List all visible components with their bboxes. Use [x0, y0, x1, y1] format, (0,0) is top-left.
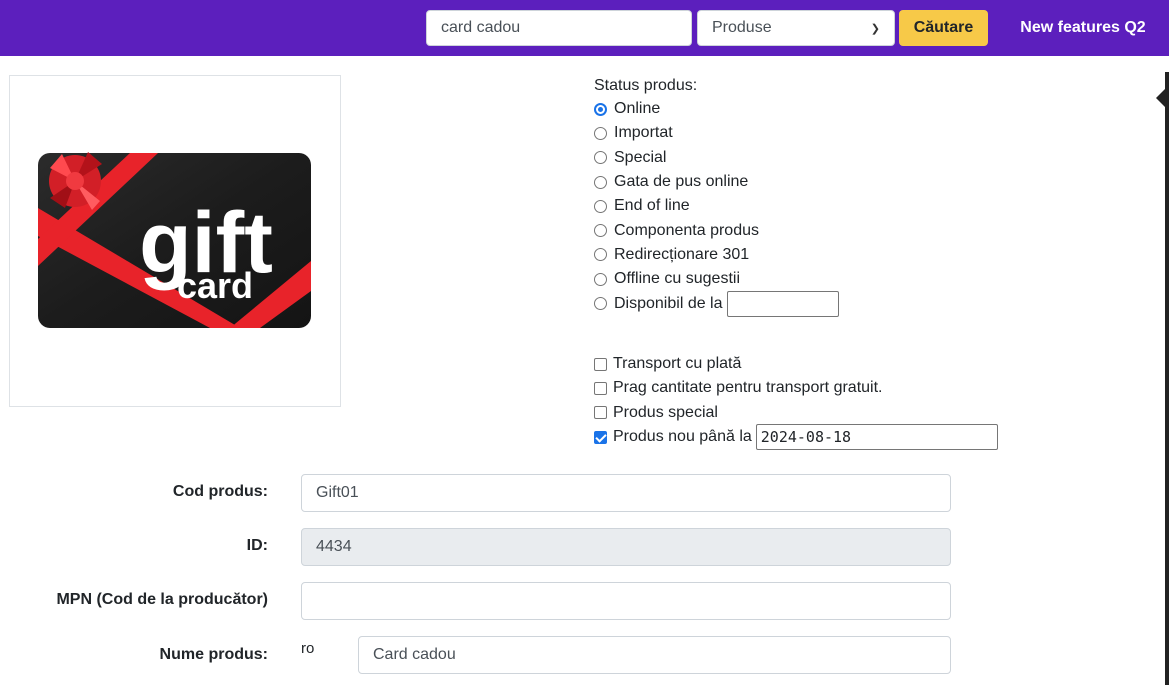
- id-input: 4434: [301, 528, 951, 566]
- flag-prag-cantitate[interactable]: Prag cantitate pentru transport gratuit.: [594, 376, 998, 400]
- search-input[interactable]: [426, 10, 692, 46]
- language-code: ro: [301, 640, 315, 657]
- category-select[interactable]: Produse ❯: [697, 10, 895, 46]
- radio-redirect[interactable]: [594, 248, 607, 262]
- nume-produs-label: Nume produs:: [159, 646, 268, 663]
- new-features-link[interactable]: New features Q2: [1008, 10, 1158, 46]
- radio-gata[interactable]: [594, 175, 607, 189]
- status-option-importat[interactable]: Importat: [594, 121, 839, 145]
- status-option-offline[interactable]: Offline cu sugestii: [594, 267, 839, 291]
- checkbox-produs-special[interactable]: [594, 406, 607, 420]
- radio-online[interactable]: [594, 102, 607, 116]
- status-group: Status produs: Online Importat Special G…: [594, 76, 839, 317]
- flag-label: Prag cantitate pentru transport gratuit.: [613, 379, 883, 397]
- mpn-input[interactable]: [301, 582, 951, 620]
- bow-icon: [49, 152, 102, 210]
- new-until-date-input[interactable]: [755, 424, 998, 451]
- gift-card-image: gift card: [38, 152, 311, 328]
- flag-label: Produs nou până la: [613, 428, 752, 446]
- status-option-label: Offline cu sugestii: [614, 270, 740, 288]
- radio-offline[interactable]: [594, 272, 607, 286]
- top-navbar: Produse ❯ Căutare New features Q2: [0, 0, 1169, 56]
- status-option-disponibil[interactable]: Disponibil de la: [594, 290, 839, 317]
- chevron-down-icon: ❯: [870, 22, 880, 35]
- status-option-special[interactable]: Special: [594, 146, 839, 170]
- status-option-online[interactable]: Online: [594, 97, 839, 121]
- checkbox-prag[interactable]: [594, 381, 607, 395]
- status-title: Status produs:: [594, 77, 698, 94]
- mpn-label: MPN (Cod de la producător): [56, 591, 268, 608]
- radio-special[interactable]: [594, 151, 607, 165]
- status-option-label: Redirecționare 301: [614, 245, 750, 263]
- cod-produs-input[interactable]: Gift01: [301, 474, 951, 512]
- flag-produs-special[interactable]: Produs special: [594, 401, 998, 425]
- card-text: card: [177, 265, 253, 306]
- radio-componenta[interactable]: [594, 224, 607, 238]
- status-option-label: Componenta produs: [614, 221, 759, 239]
- nume-produs-input[interactable]: Card cadou: [358, 636, 951, 674]
- side-panel-edge: [1165, 72, 1169, 685]
- status-option-label: End of line: [614, 197, 690, 215]
- radio-importat[interactable]: [594, 126, 607, 140]
- disponibil-date-input[interactable]: [726, 290, 839, 317]
- status-option-label: Importat: [614, 124, 673, 142]
- status-option-componenta[interactable]: Componenta produs: [594, 218, 839, 242]
- radio-end-of-line[interactable]: [594, 199, 607, 213]
- product-image-box[interactable]: gift card: [9, 75, 341, 407]
- search-button[interactable]: Căutare: [899, 10, 988, 46]
- category-select-value: Produse: [712, 19, 772, 36]
- status-option-label: Special: [614, 148, 667, 166]
- status-option-label: Disponibil de la: [614, 294, 723, 312]
- status-option-end-of-line[interactable]: End of line: [594, 194, 839, 218]
- status-option-label: Online: [614, 100, 661, 118]
- flag-produs-nou[interactable]: Produs nou până la: [594, 424, 998, 451]
- status-option-redirect[interactable]: Redirecționare 301: [594, 243, 839, 267]
- flag-transport-cu-plata[interactable]: Transport cu plată: [594, 352, 998, 376]
- flags-group: Transport cu plată Prag cantitate pentru…: [594, 352, 998, 451]
- cod-produs-label: Cod produs:: [172, 483, 268, 500]
- flag-label: Produs special: [613, 403, 718, 421]
- status-option-label: Gata de pus online: [614, 173, 749, 191]
- status-option-gata[interactable]: Gata de pus online: [594, 170, 839, 194]
- checkbox-transport[interactable]: [594, 357, 607, 371]
- radio-disponibil[interactable]: [594, 297, 607, 311]
- checkbox-produs-nou[interactable]: [594, 430, 607, 444]
- flag-label: Transport cu plată: [613, 355, 742, 373]
- id-label: ID:: [246, 537, 268, 554]
